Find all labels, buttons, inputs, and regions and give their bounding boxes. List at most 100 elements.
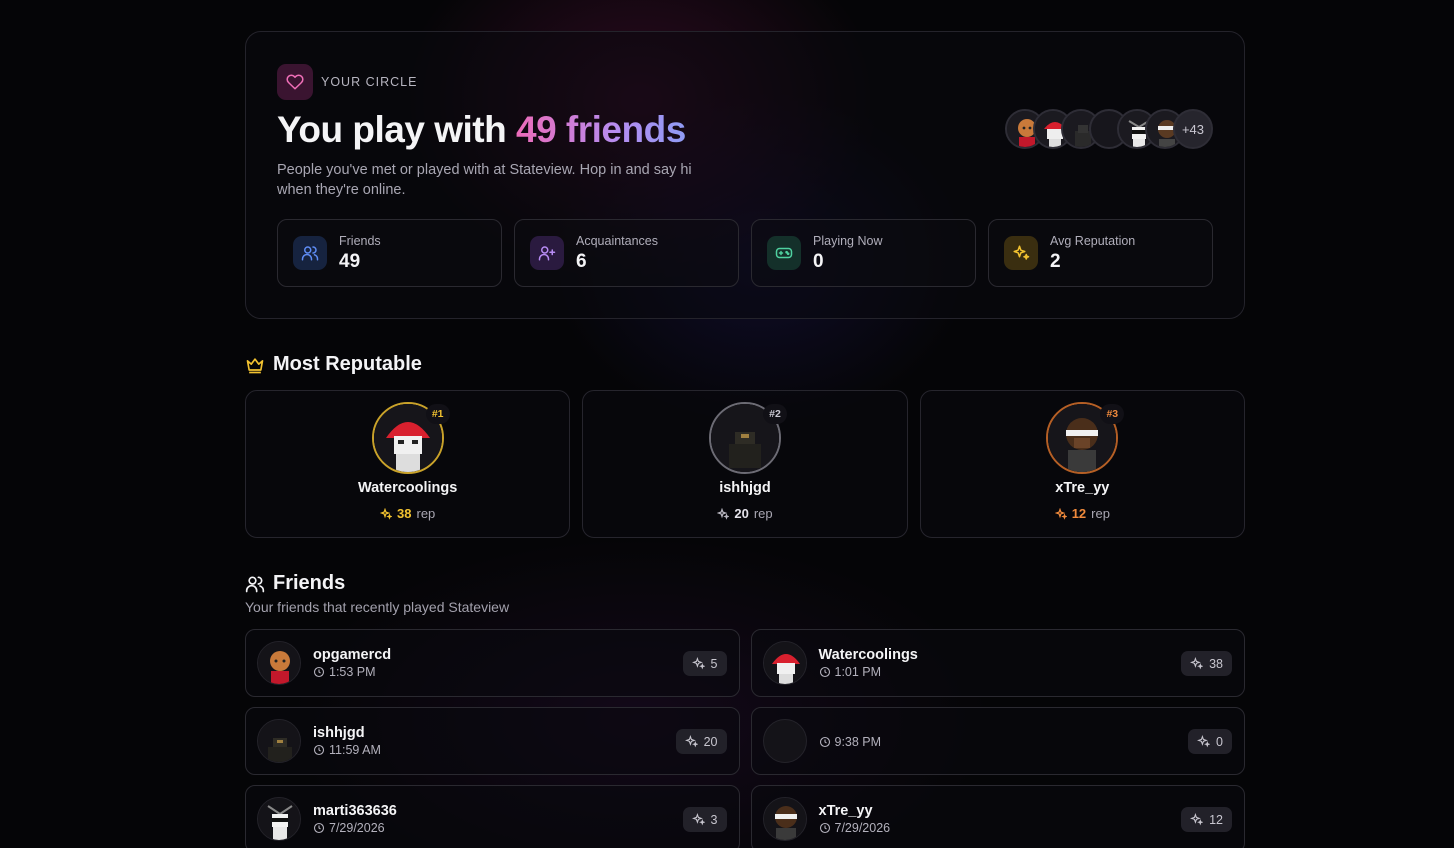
clock-icon	[313, 822, 325, 834]
avatar	[257, 719, 301, 763]
hero-description: People you've met or played with at Stat…	[277, 162, 692, 198]
reputable-name: xTre_yy	[1055, 480, 1110, 496]
stat-avg-reputation: Avg Reputation 2	[988, 219, 1213, 287]
rep-value: 3	[710, 812, 718, 827]
avatar	[762, 797, 807, 841]
stat-friends: Friends 49	[277, 219, 502, 287]
last-played: 11:59 AM	[313, 743, 381, 757]
reputable-card[interactable]: #3 xTre_yy 12 rep	[919, 390, 1245, 538]
avatar	[762, 719, 807, 763]
clock-icon	[819, 822, 830, 834]
rep-badge: 20	[675, 729, 727, 754]
last-played: 7/29/2026	[819, 821, 891, 835]
reputable-grid: #1 Watercoolings 38 rep #2 ishhjgd 20 re…	[245, 390, 1245, 538]
friend-item[interactable]: marti363636 7/29/2026 3	[245, 785, 740, 848]
title-prefix: You play with	[277, 109, 516, 150]
stat-label: Playing Now	[813, 233, 883, 248]
friend-avatar-stack[interactable]: +43	[1005, 109, 1213, 149]
rep-value: 12	[1209, 812, 1223, 827]
rep-value: 20	[703, 734, 718, 749]
score-suffix: rep	[416, 506, 436, 521]
avatar: #3	[1046, 402, 1125, 474]
stat-value: 2	[1050, 250, 1061, 272]
section-subtitle: Your friends that recently played Statev…	[245, 599, 510, 615]
avatar: #2	[708, 402, 787, 474]
users-icon	[245, 576, 265, 592]
rep-badge: 38	[1181, 651, 1232, 676]
score-value: 20	[734, 506, 749, 521]
last-played-time: 1:53 PM	[329, 665, 376, 679]
friend-name: marti363636	[313, 803, 397, 819]
sparkles-icon	[691, 813, 705, 826]
rep-badge: 5	[682, 651, 727, 676]
heart-icon	[277, 64, 313, 100]
stat-label: Friends	[339, 233, 381, 248]
sparkles-icon	[684, 735, 698, 748]
last-played-time: 9:38 PM	[834, 735, 882, 749]
sparkles-icon	[380, 507, 393, 520]
friend-item[interactable]: ishhjgd 11:59 AM 20	[245, 707, 740, 775]
sparkles-icon	[717, 507, 730, 520]
sparkles-icon	[1190, 657, 1204, 670]
reputable-card[interactable]: #1 Watercoolings 38 rep	[245, 390, 571, 538]
reputable-name: Watercoolings	[357, 480, 458, 496]
score-suffix: rep	[1091, 506, 1110, 521]
clock-icon	[313, 744, 325, 756]
stat-label: Avg Reputation	[1050, 233, 1136, 248]
last-played-time: 7/29/2026	[329, 821, 385, 835]
friend-item[interactable]: Watercoolings 1:01 PM 38	[750, 629, 1245, 697]
rep-value: 5	[710, 656, 718, 671]
friend-item[interactable]: opgamercd 1:53 PM 5	[245, 629, 740, 697]
rank-badge: #1	[425, 404, 450, 424]
user-plus-icon	[530, 236, 564, 270]
clock-icon	[819, 666, 830, 678]
rank-badge: #2	[762, 404, 787, 424]
rep-badge: 12	[1181, 807, 1232, 832]
friend-name: Watercoolings	[818, 647, 918, 663]
last-played-time: 7/29/2026	[834, 821, 891, 835]
rep-badge: 3	[682, 807, 727, 832]
last-played-time: 1:01 PM	[834, 665, 882, 679]
most-reputable-header: Most Reputable	[245, 353, 1245, 376]
friend-name: opgamercd	[313, 647, 392, 663]
score-suffix: rep	[753, 506, 773, 521]
last-played: 1:53 PM	[313, 665, 391, 679]
friends-grid: opgamercd 1:53 PM 5 Watercoolings 1:01 P…	[245, 629, 1245, 848]
avatar	[257, 797, 301, 841]
rep-badge: 0	[1188, 729, 1232, 754]
friend-name: xTre_yy	[818, 803, 873, 819]
score-value: 38	[397, 506, 412, 521]
friend-item[interactable]: 9:38 PM 0	[750, 707, 1245, 775]
stat-acquaintances: Acquaintances 6	[514, 219, 739, 287]
stat-playing-now: Playing Now 0	[751, 219, 976, 287]
avatar	[257, 641, 301, 685]
stat-value: 0	[813, 250, 824, 272]
friend-count-accent: 49 friends	[516, 109, 686, 150]
rep-value: 0	[1216, 734, 1223, 749]
reputable-name: ishhjgd	[719, 480, 771, 496]
last-played: 1:01 PM	[819, 665, 918, 679]
stat-label: Acquaintances	[576, 233, 659, 248]
rank-badge: #3	[1100, 404, 1125, 424]
last-played: 9:38 PM	[819, 735, 882, 749]
clock-icon	[819, 736, 830, 748]
clock-icon	[313, 666, 325, 678]
users-icon	[293, 236, 327, 270]
last-played: 7/29/2026	[313, 821, 397, 835]
friend-item[interactable]: xTre_yy 7/29/2026 12	[750, 785, 1245, 848]
eyebrow: YOUR CIRCLE	[277, 64, 1213, 100]
eyebrow-label: YOUR CIRCLE	[321, 75, 418, 89]
section-title: Most Reputable	[273, 353, 422, 375]
sparkles-icon	[1004, 236, 1038, 270]
reputable-score: 20 rep	[717, 506, 773, 521]
reputable-score: 12 rep	[1054, 506, 1110, 521]
score-value: 12	[1071, 506, 1087, 521]
rep-value: 38	[1209, 656, 1223, 671]
more-friends-count[interactable]: +43	[1173, 109, 1213, 149]
section-title: Friends	[273, 572, 346, 594]
reputable-card[interactable]: #2 ishhjgd 20 rep	[582, 390, 908, 538]
sparkles-icon	[1190, 813, 1204, 826]
page-container: YOUR CIRCLE You play with 49 friends Peo…	[245, 31, 1245, 848]
stat-value: 49	[339, 250, 361, 272]
stats-row: Friends 49 Acquaintances 6 Playing Now 0…	[277, 219, 1213, 287]
